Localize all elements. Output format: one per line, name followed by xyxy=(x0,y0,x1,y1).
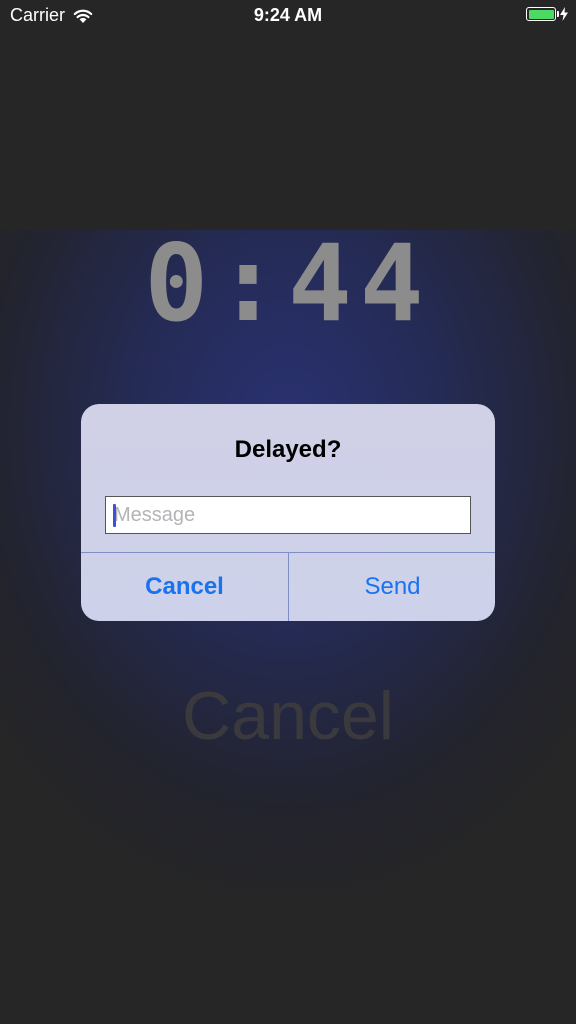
alert-cancel-button[interactable]: Cancel xyxy=(81,553,288,621)
countdown-timer: 0:44 xyxy=(144,222,432,345)
text-cursor xyxy=(113,504,116,527)
background-cancel-button[interactable]: Cancel xyxy=(0,670,576,760)
battery-icon xyxy=(526,7,559,21)
alert-title: Delayed? xyxy=(234,436,342,463)
battery-tip xyxy=(557,11,559,17)
app-screen: Carrier 9:24 AM 0:44 Cancel Delayed? Can… xyxy=(0,0,576,1024)
battery-group xyxy=(526,7,568,21)
delayed-alert-dialog: Delayed? Cancel Send xyxy=(81,404,495,621)
battery-level xyxy=(528,9,554,19)
charging-bolt-icon xyxy=(560,7,568,21)
status-time: 9:24 AM xyxy=(253,5,323,25)
status-bar: Carrier 9:24 AM xyxy=(0,0,576,32)
message-input[interactable] xyxy=(105,496,471,534)
alert-send-button[interactable]: Send xyxy=(289,553,495,621)
